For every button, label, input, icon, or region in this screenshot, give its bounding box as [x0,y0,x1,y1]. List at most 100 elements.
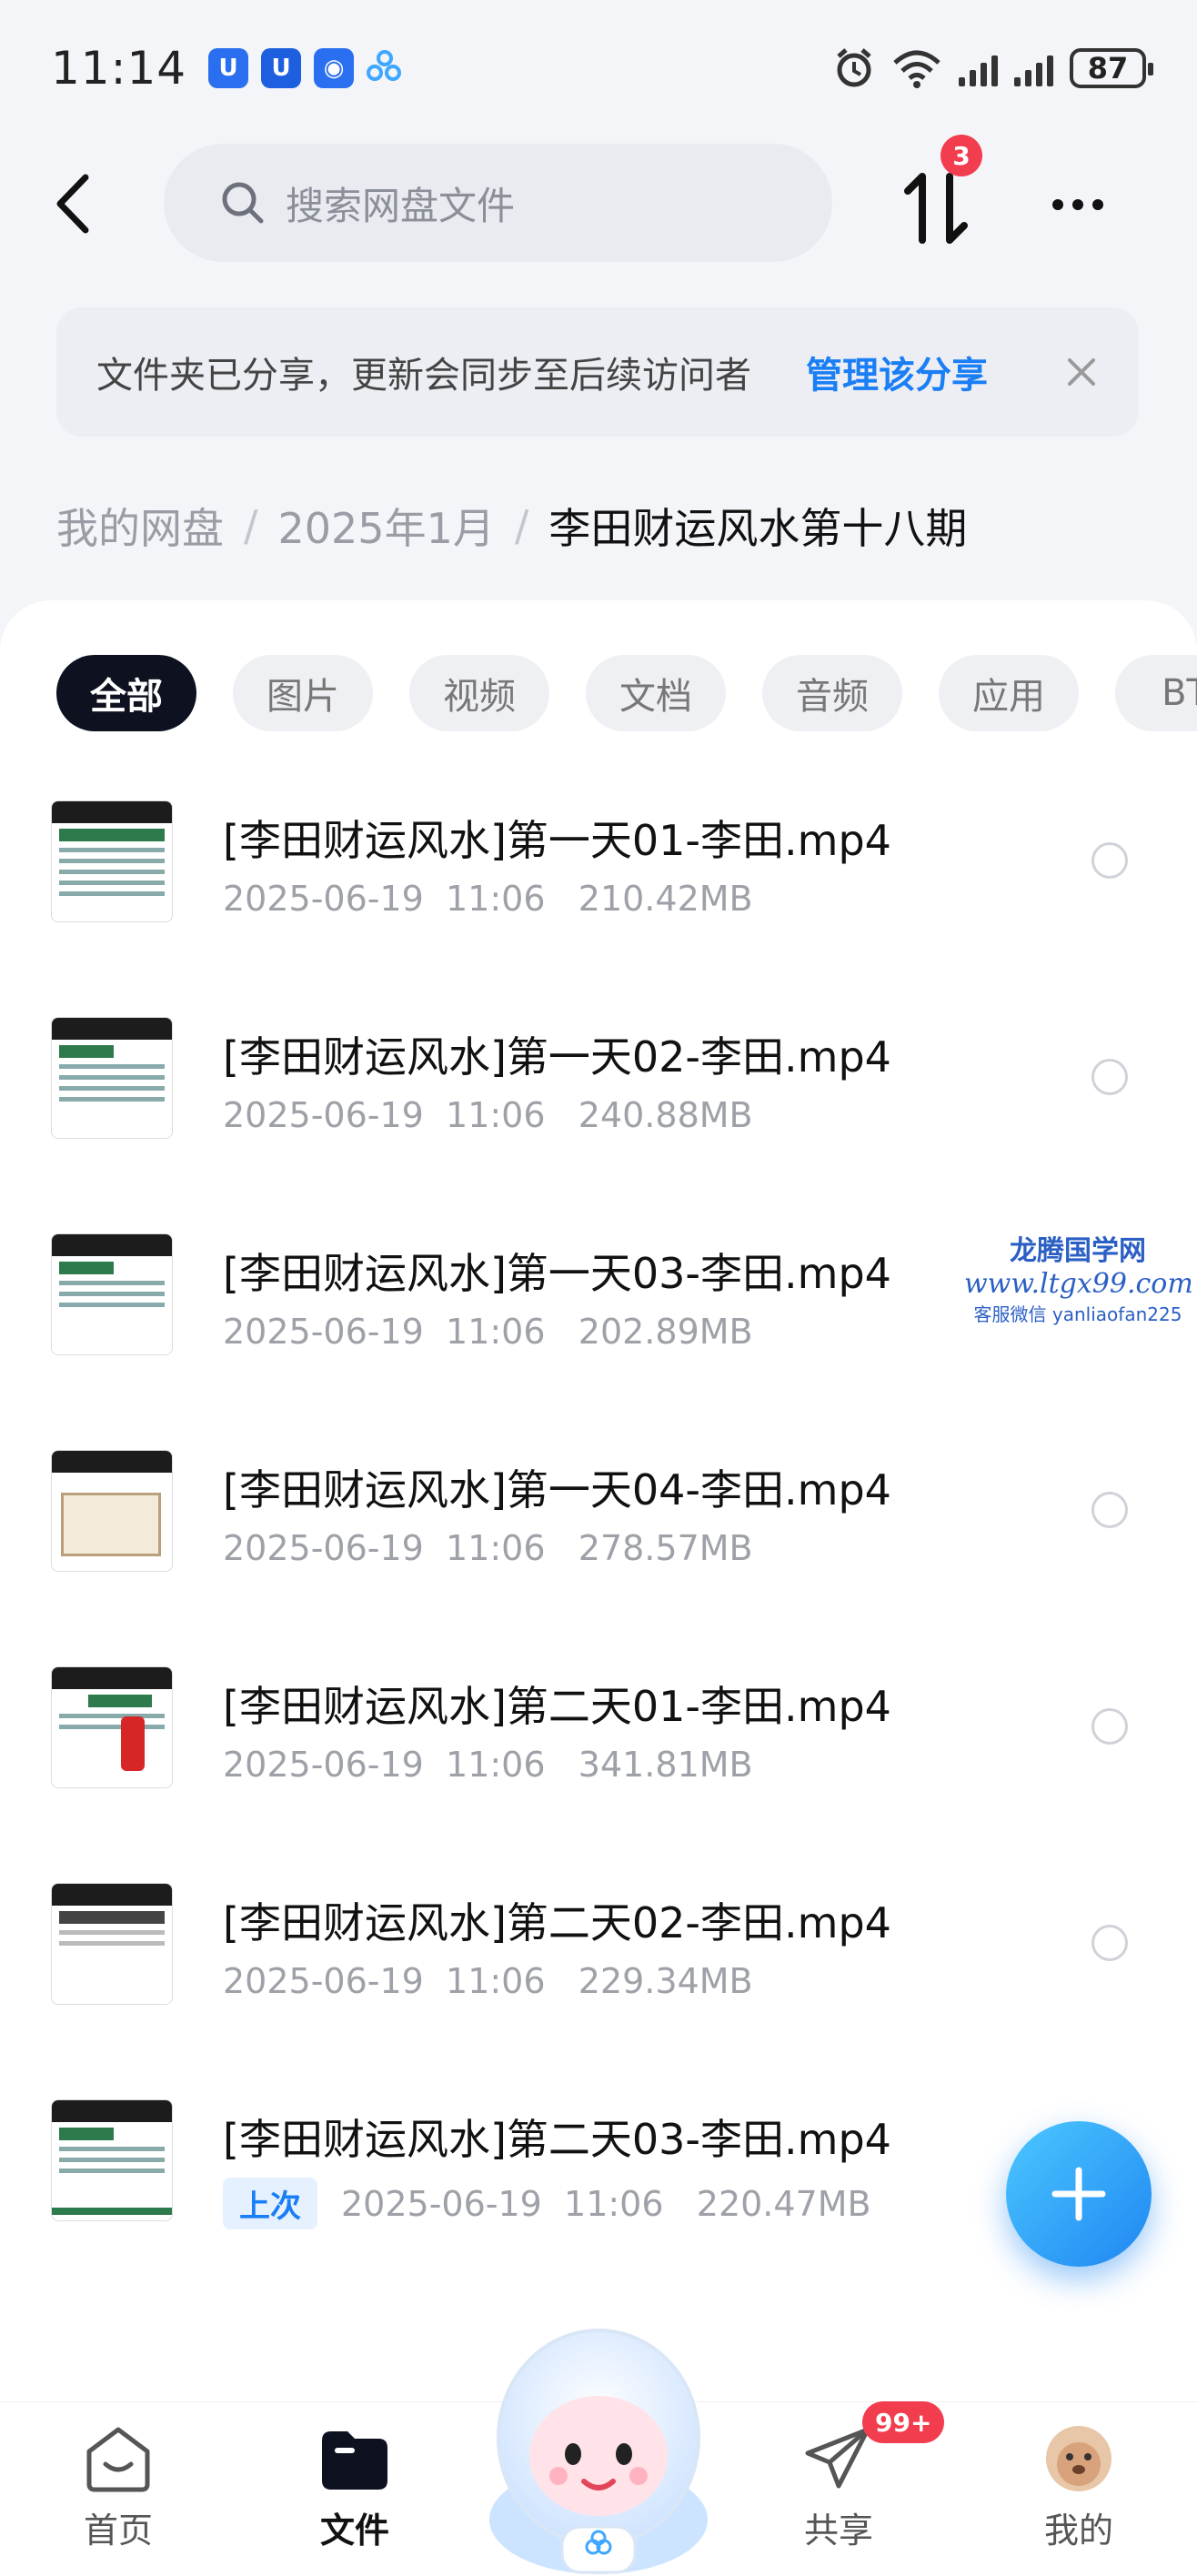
nav-label: 首页 [83,2511,153,2551]
file-size: 220.47MB [696,2183,871,2224]
video-thumbnail [51,1017,173,1139]
plus-icon [1051,2167,1106,2221]
paper-plane-icon [802,2424,875,2493]
watermark: 龙腾国学网 www.ltgx99.com 客服微信 yanliaofan225 [964,1228,1193,1326]
wifi-icon [893,50,940,88]
signal-icon [959,50,998,86]
file-list-item[interactable]: [李田财运风水]第一天04-李田.mp4 2025-06-19 11:06 27… [0,1450,1197,1666]
video-thumbnail [51,1666,173,1788]
transfer-count-badge: 3 [940,135,982,176]
video-thumbnail [51,1883,173,2005]
file-name: [李田财运风水]第一天02-李田.mp4 [223,1032,891,1082]
status-app-icons: U U ◉ [208,48,403,88]
add-button[interactable] [1006,2121,1152,2267]
nav-label: 共享 [803,2511,873,2551]
search-placeholder: 搜索网盘文件 [286,183,516,228]
filter-chip-bt[interactable]: BT [1115,655,1197,731]
nav-label: 我的 [1043,2511,1113,2551]
breadcrumb-current: 李田财运风水第十八期 [548,504,968,553]
file-meta: 2025-06-19 11:06 202.89MB [223,1312,753,1352]
file-size: 202.89MB [578,1312,753,1352]
filter-chip-all[interactable]: 全部 [56,655,196,731]
breadcrumb-separator: / [244,501,258,550]
video-thumbnail [51,1233,173,1355]
alarm-icon [837,48,871,87]
file-meta: 上次 2025-06-19 11:06 220.47MB [223,2178,871,2229]
file-meta: 2025-06-19 11:06 240.88MB [223,1095,753,1135]
file-name: [李田财运风水]第二天02-李田.mp4 [223,1898,891,1947]
folder-icon [318,2424,391,2493]
file-content-panel: 全部 图片 视频 文档 音频 应用 BT [李田财运风水]第一天01-李田.mp… [0,600,1197,2420]
chevron-left-icon [56,174,89,234]
back-button[interactable] [36,167,109,240]
video-thumbnail [51,800,173,922]
nav-home[interactable]: 首页 [55,2424,182,2552]
home-icon [82,2424,155,2493]
search-input[interactable]: 搜索网盘文件 [164,144,832,262]
video-thumbnail [51,2099,173,2221]
file-list-item[interactable]: [李田财运风水]第二天02-李田.mp4 2025-06-19 11:06 22… [0,1883,1197,2099]
file-time: 11:06 [446,1961,546,2001]
file-size: 240.88MB [578,1095,753,1135]
file-meta: 2025-06-19 11:06 210.42MB [223,879,753,919]
top-bar: 搜索网盘文件 [0,136,1197,264]
file-time: 11:06 [564,2183,664,2224]
breadcrumb-item[interactable]: 我的网盘 [56,496,224,556]
ai-assistant-mascot[interactable] [482,2319,715,2576]
manage-share-link[interactable]: 管理该分享 [806,346,988,398]
select-radio[interactable] [1091,1708,1128,1745]
file-list-item[interactable]: [李田财运风水]第一天01-李田.mp4 2025-06-19 11:06 21… [0,800,1197,1017]
share-count-badge: 99+ [862,2401,945,2443]
file-name: [李田财运风水]第二天03-李田.mp4 [223,2115,891,2164]
app-notification-icon: U [261,48,302,88]
video-thumbnail [51,1450,173,1572]
file-date: 2025-06-19 [223,1095,424,1135]
file-size: 341.81MB [578,1745,753,1785]
search-icon [222,182,264,224]
select-radio[interactable] [1091,842,1128,879]
file-time: 11:06 [446,879,546,919]
signal-icon [1014,50,1053,86]
nav-profile[interactable]: 我的 [1015,2424,1142,2552]
filter-chip-documents[interactable]: 文档 [586,655,726,731]
filter-chip-apps[interactable]: 应用 [939,655,1079,731]
nav-files[interactable]: 文件 [291,2424,418,2552]
status-bar: 11:14 U U ◉ 87 [0,0,1197,136]
filter-chip-videos[interactable]: 视频 [409,655,549,731]
file-date: 2025-06-19 [223,1528,424,1568]
more-options-button[interactable] [1037,173,1119,236]
app-flower-icon [367,50,403,86]
file-date: 2025-06-19 [223,1961,424,2001]
close-icon[interactable] [1059,349,1104,395]
nav-label: 文件 [319,2511,389,2551]
select-radio[interactable] [1091,1492,1128,1528]
file-list-item[interactable]: [李田财运风水]第二天01-李田.mp4 2025-06-19 11:06 34… [0,1666,1197,1883]
file-time: 11:06 [446,1095,546,1135]
battery-level: 87 [1087,51,1129,86]
select-radio[interactable] [1091,1925,1128,1961]
watermark-line: www.ltgx99.com [964,1268,1193,1300]
breadcrumb: 我的网盘 / 2025年1月 / 李田财运风水第十八期 [56,496,967,556]
app-notification-icon: ◉ [314,48,355,88]
breadcrumb-item[interactable]: 2025年1月 [278,496,495,556]
filter-chip-audio[interactable]: 音频 [762,655,902,731]
file-meta: 2025-06-19 11:06 341.81MB [223,1745,753,1785]
nav-share[interactable]: 共享 [775,2424,902,2552]
select-radio[interactable] [1091,1059,1128,1095]
file-size: 278.57MB [578,1528,753,1568]
file-list-item[interactable]: [李田财运风水]第一天02-李田.mp4 2025-06-19 11:06 24… [0,1017,1197,1233]
app-notification-icon: U [208,48,249,88]
share-notice-text: 文件夹已分享，更新会同步至后续访问者 [96,355,751,397]
watermark-line: 客服微信 yanliaofan225 [973,1303,1182,1325]
file-time: 11:06 [446,1745,546,1785]
battery-icon: 87 [1070,48,1153,88]
filter-chip-images[interactable]: 图片 [233,655,373,731]
file-name: [李田财运风水]第一天03-李田.mp4 [223,1249,891,1298]
status-time: 11:14 [51,42,187,95]
file-date: 2025-06-19 [223,1312,424,1352]
file-list: [李田财运风水]第一天01-李田.mp4 2025-06-19 11:06 21… [0,800,1197,2316]
last-viewed-tag: 上次 [223,2178,317,2229]
file-name: [李田财运风水]第二天01-李田.mp4 [223,1682,891,1731]
file-time: 11:06 [446,1528,546,1568]
file-date: 2025-06-19 [223,879,424,919]
